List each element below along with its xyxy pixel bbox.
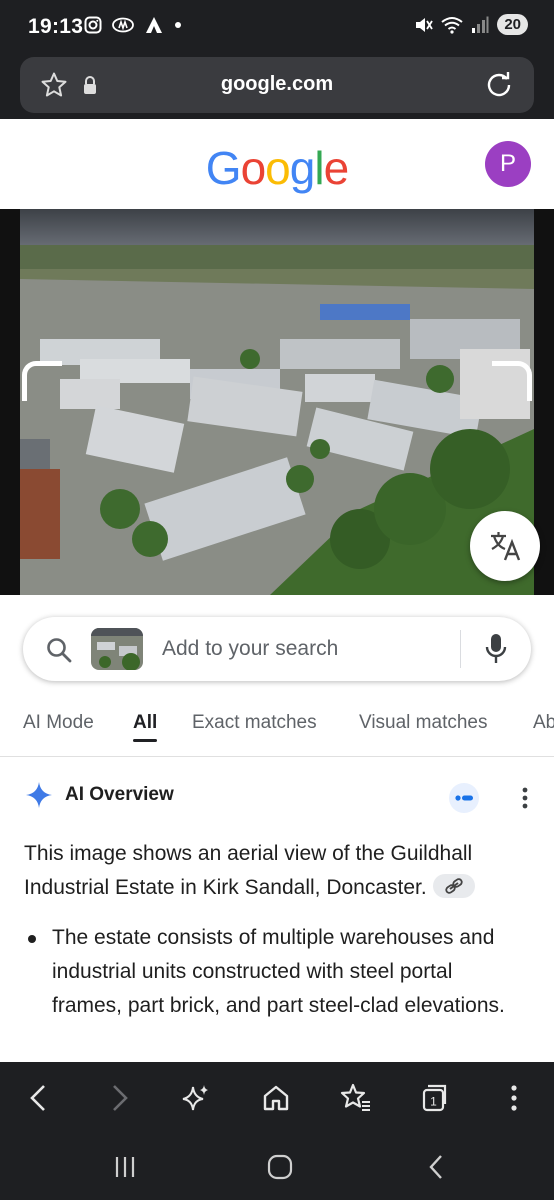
- tab-all[interactable]: All: [133, 712, 157, 734]
- tabs-button[interactable]: 1: [414, 1080, 454, 1116]
- ai-overview-title: AI Overview: [65, 784, 174, 805]
- ai-overview-summary: This image shows an aerial view of the G…: [24, 837, 536, 905]
- crop-corner-top-right[interactable]: [492, 361, 532, 401]
- tab-visual-matches[interactable]: Visual matches: [359, 712, 488, 734]
- collapse-icon: [455, 795, 473, 801]
- signal-icon: [472, 16, 489, 33]
- search-divider: [460, 630, 461, 668]
- google-logo-letter: e: [323, 142, 350, 194]
- dot-icon: [175, 22, 181, 28]
- tabs-icon: 1: [422, 1084, 447, 1112]
- mic-icon[interactable]: [485, 633, 507, 665]
- search-image-thumbnail[interactable]: [91, 628, 143, 670]
- home-button[interactable]: [256, 1080, 296, 1116]
- arrow-app-icon: [146, 17, 162, 33]
- tab-exact-matches[interactable]: Exact matches: [192, 712, 317, 734]
- home-nav-icon: [267, 1154, 293, 1180]
- lens-results: Google P Add to your search AI Mode All …: [0, 119, 554, 1062]
- recents-icon: [115, 1157, 135, 1177]
- google-logo-letter: o: [240, 142, 267, 194]
- recents-button[interactable]: [105, 1152, 145, 1182]
- news-icon: [112, 17, 134, 33]
- ai-overview-header: AI Overview: [25, 781, 174, 809]
- back-icon: [30, 1085, 45, 1111]
- ai-assist-button[interactable]: [176, 1080, 216, 1116]
- translate-icon: [491, 532, 521, 561]
- bullet-text: The estate consists of multiple warehous…: [52, 926, 505, 1017]
- result-tabs: AI Mode All Exact matches Visual matches…: [0, 699, 554, 757]
- avatar[interactable]: P: [485, 141, 531, 187]
- back-nav-icon: [429, 1155, 442, 1179]
- google-logo: Google: [0, 141, 554, 195]
- back-nav-button[interactable]: [416, 1152, 456, 1182]
- status-bar: 19:13 20: [0, 0, 554, 56]
- browser-menu-button[interactable]: [494, 1080, 534, 1116]
- bookmarks-icon: [340, 1083, 370, 1111]
- back-button[interactable]: [18, 1080, 58, 1116]
- google-logo-letter: G: [205, 142, 242, 194]
- sparkle-icon: [182, 1085, 208, 1111]
- url-text[interactable]: google.com: [20, 73, 534, 96]
- search-icon: [47, 638, 72, 663]
- google-logo-letter: o: [265, 142, 291, 194]
- home-nav-button[interactable]: [260, 1152, 300, 1182]
- active-tab-indicator: [133, 739, 157, 742]
- mute-icon: [416, 17, 434, 32]
- translate-button[interactable]: [470, 511, 540, 581]
- google-logo-letter: l: [314, 142, 324, 194]
- tab-about[interactable]: Ab: [533, 712, 554, 734]
- bullet-dot: [28, 935, 36, 943]
- gemini-sparkle-icon: [26, 782, 52, 808]
- battery-level: 20: [497, 14, 528, 35]
- source-link-chip[interactable]: [432, 874, 475, 899]
- google-logo-letter: g: [289, 142, 316, 194]
- screen: 19:13 20 google.com Google P Add to your…: [0, 0, 554, 1200]
- more-icon: [511, 1085, 517, 1111]
- status-time: 19:13: [28, 15, 84, 38]
- system-nav-bar: [0, 1134, 554, 1200]
- wifi-icon: [441, 16, 463, 34]
- crop-corner-top-left[interactable]: [22, 361, 62, 401]
- instagram-icon: [84, 16, 102, 34]
- reload-icon[interactable]: [484, 70, 514, 100]
- browser-toolbar: 1: [0, 1062, 554, 1134]
- tab-ai-mode[interactable]: AI Mode: [23, 712, 94, 734]
- more-options-icon[interactable]: [522, 787, 528, 809]
- forward-icon: [113, 1085, 128, 1111]
- notification-icons: [84, 16, 182, 34]
- system-icons: 20: [413, 14, 528, 35]
- tab-count: 1: [430, 1095, 437, 1109]
- link-icon: [445, 878, 463, 895]
- summary-text: This image shows an aerial view of the G…: [24, 842, 473, 899]
- bookmarks-button[interactable]: [336, 1080, 376, 1116]
- url-bar[interactable]: google.com: [20, 57, 534, 113]
- aerial-photo: [20, 209, 534, 595]
- forward-button[interactable]: [100, 1080, 140, 1116]
- ai-overview-toggle[interactable]: [449, 783, 479, 813]
- home-icon: [263, 1085, 289, 1111]
- search-placeholder[interactable]: Add to your search: [162, 637, 338, 661]
- add-to-search-box[interactable]: Add to your search: [23, 617, 531, 681]
